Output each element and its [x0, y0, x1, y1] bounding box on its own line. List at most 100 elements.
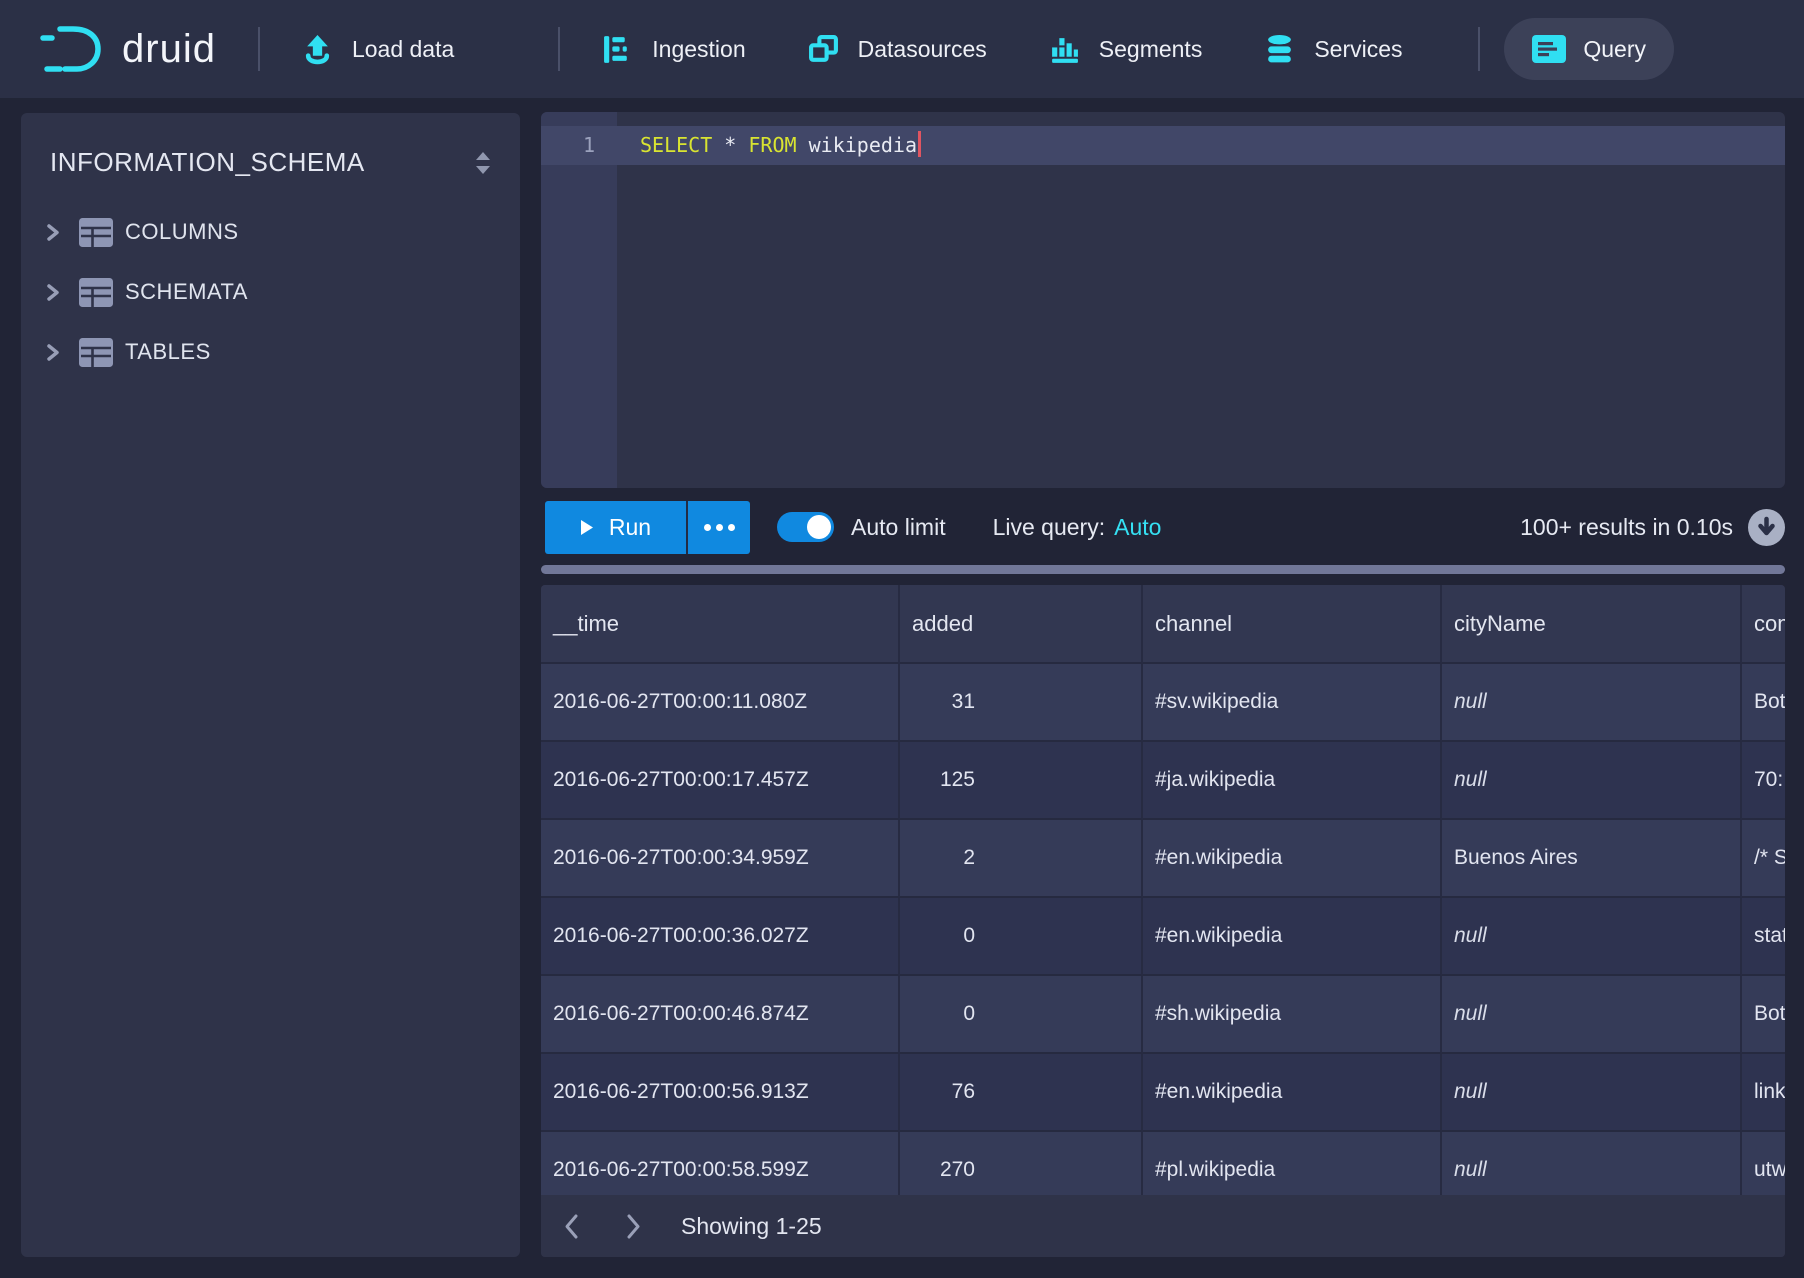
druid-logo-icon — [40, 22, 106, 76]
druid-logo[interactable]: druid — [40, 22, 216, 76]
cell-cityname[interactable]: null — [1442, 1054, 1742, 1132]
cell-time[interactable]: 2016-06-27T00:00:36.027Z — [541, 898, 900, 976]
cell-time[interactable]: 2016-06-27T00:00:46.874Z — [541, 976, 900, 1054]
cell-cityname[interactable]: null — [1442, 1132, 1742, 1195]
results-panel: __time added channel cityName comment 20… — [541, 585, 1785, 1257]
navbar-divider — [558, 27, 560, 71]
cell-channel[interactable]: #en.wikipedia — [1143, 820, 1442, 898]
next-page-button[interactable] — [611, 1204, 655, 1248]
sql-code-line: SELECT * FROM wikipedia — [640, 126, 921, 165]
nav-item-load-data[interactable]: Load data — [302, 34, 454, 65]
cell-cityname[interactable]: null — [1442, 664, 1742, 742]
ingestion-icon — [602, 34, 633, 65]
cell-comment[interactable]: stat — [1742, 898, 1785, 976]
cell-comment[interactable]: /* S — [1742, 820, 1785, 898]
services-icon — [1264, 34, 1295, 65]
run-button-label: Run — [609, 514, 651, 541]
schema-sidebar: INFORMATION_SCHEMA — [21, 113, 520, 1257]
auto-limit-toggle[interactable] — [777, 512, 834, 542]
more-icon — [716, 524, 723, 531]
showing-range-label: Showing 1-25 — [681, 1213, 822, 1240]
sql-editor[interactable]: 1 SELECT * FROM wikipedia — [541, 112, 1785, 488]
previous-page-button[interactable] — [549, 1204, 593, 1248]
cell-cityname[interactable]: null — [1442, 898, 1742, 976]
cell-comment[interactable]: 70: — [1742, 742, 1785, 820]
chevron-right-icon[interactable] — [44, 342, 62, 363]
cell-channel[interactable]: #sh.wikipedia — [1143, 976, 1442, 1054]
cell-cityname[interactable]: null — [1442, 976, 1742, 1054]
line-number: 1 — [541, 126, 617, 165]
nav-item-datasources[interactable]: Datasources — [808, 34, 987, 65]
tree-item-tables[interactable]: TABLES — [21, 322, 520, 382]
download-results-button[interactable] — [1748, 509, 1785, 546]
sql-table-name: wikipedia — [809, 133, 917, 157]
column-header-time[interactable]: __time — [541, 585, 900, 664]
nav-item-label: Datasources — [858, 36, 987, 63]
tree-item-label: TABLES — [125, 339, 211, 365]
run-button[interactable]: Run — [545, 501, 686, 554]
cell-comment[interactable]: link — [1742, 1054, 1785, 1132]
more-icon — [704, 524, 711, 531]
cell-added[interactable]: 31 — [900, 664, 1143, 742]
cell-channel[interactable]: #en.wikipedia — [1143, 898, 1442, 976]
cell-added[interactable]: 76 — [900, 1054, 1143, 1132]
nav-item-label: Services — [1314, 36, 1402, 63]
column-header-comment[interactable]: comment — [1742, 585, 1785, 664]
cell-added[interactable]: 0 — [900, 976, 1143, 1054]
table-header-row: __time added channel cityName comment — [541, 585, 1785, 664]
cell-time[interactable]: 2016-06-27T00:00:56.913Z — [541, 1054, 900, 1132]
sql-keyword: SELECT — [640, 133, 712, 157]
cell-added[interactable]: 125 — [900, 742, 1143, 820]
schema-header: INFORMATION_SCHEMA — [21, 113, 520, 178]
top-navbar: druid Load data Ingestion Datasources — [0, 0, 1804, 100]
nav-item-label: Load data — [352, 36, 454, 63]
cell-channel[interactable]: #pl.wikipedia — [1143, 1132, 1442, 1195]
cell-added[interactable]: 270 — [900, 1132, 1143, 1195]
nav-item-segments[interactable]: Segments — [1049, 34, 1203, 65]
brand-name: druid — [122, 27, 216, 72]
cell-added[interactable]: 2 — [900, 820, 1143, 898]
nav-item-query-active[interactable]: Query — [1504, 18, 1674, 80]
navbar-divider — [1478, 27, 1480, 71]
cell-time[interactable]: 2016-06-27T00:00:11.080Z — [541, 664, 900, 742]
cell-cityname[interactable]: Buenos Aires — [1442, 820, 1742, 898]
column-header-cityname[interactable]: cityName — [1442, 585, 1742, 664]
results-summary-group: 100+ results in 0.10s — [1520, 509, 1785, 546]
table-row: 2016-06-27T00:00:11.080Z 31 #sv.wikipedi… — [541, 664, 1785, 742]
editor-gutter — [541, 112, 617, 488]
cell-comment[interactable]: Bot — [1742, 664, 1785, 742]
run-more-button[interactable] — [686, 501, 750, 554]
cell-cityname[interactable]: null — [1442, 742, 1742, 820]
schema-tree: COLUMNS SCHEMATA — [21, 202, 520, 382]
table-row: 2016-06-27T00:00:58.599Z 270 #pl.wikiped… — [541, 1132, 1785, 1195]
column-header-channel[interactable]: channel — [1143, 585, 1442, 664]
tree-item-label: COLUMNS — [125, 219, 239, 245]
tree-item-schemata[interactable]: SCHEMATA — [21, 262, 520, 322]
cell-time[interactable]: 2016-06-27T00:00:58.599Z — [541, 1132, 900, 1195]
navbar-divider — [258, 27, 260, 71]
tree-item-columns[interactable]: COLUMNS — [21, 202, 520, 262]
chevron-right-icon[interactable] — [44, 222, 62, 243]
nav-item-services[interactable]: Services — [1264, 34, 1402, 65]
cell-channel[interactable]: #ja.wikipedia — [1143, 742, 1442, 820]
chevron-left-icon — [563, 1213, 580, 1240]
cell-channel[interactable]: #sv.wikipedia — [1143, 664, 1442, 742]
play-icon — [580, 519, 594, 536]
table-grid-icon — [79, 218, 113, 247]
pagination-footer: Showing 1-25 — [541, 1195, 1785, 1257]
cell-channel[interactable]: #en.wikipedia — [1143, 1054, 1442, 1132]
nav-item-ingestion[interactable]: Ingestion — [602, 34, 745, 65]
cell-comment[interactable]: utw — [1742, 1132, 1785, 1195]
results-table: __time added channel cityName comment 20… — [541, 585, 1785, 1195]
live-query-label: Live query:Auto — [993, 514, 1162, 541]
column-header-added[interactable]: added — [900, 585, 1143, 664]
chevron-right-icon[interactable] — [44, 282, 62, 303]
double-caret-vertical-icon[interactable] — [472, 150, 494, 176]
live-query-value[interactable]: Auto — [1114, 514, 1161, 540]
cell-added[interactable]: 0 — [900, 898, 1143, 976]
horizontal-scrollbar[interactable] — [541, 565, 1785, 574]
table-row: 2016-06-27T00:00:34.959Z 2 #en.wikipedia… — [541, 820, 1785, 898]
cell-time[interactable]: 2016-06-27T00:00:17.457Z — [541, 742, 900, 820]
cell-comment[interactable]: Bot — [1742, 976, 1785, 1054]
cell-time[interactable]: 2016-06-27T00:00:34.959Z — [541, 820, 900, 898]
